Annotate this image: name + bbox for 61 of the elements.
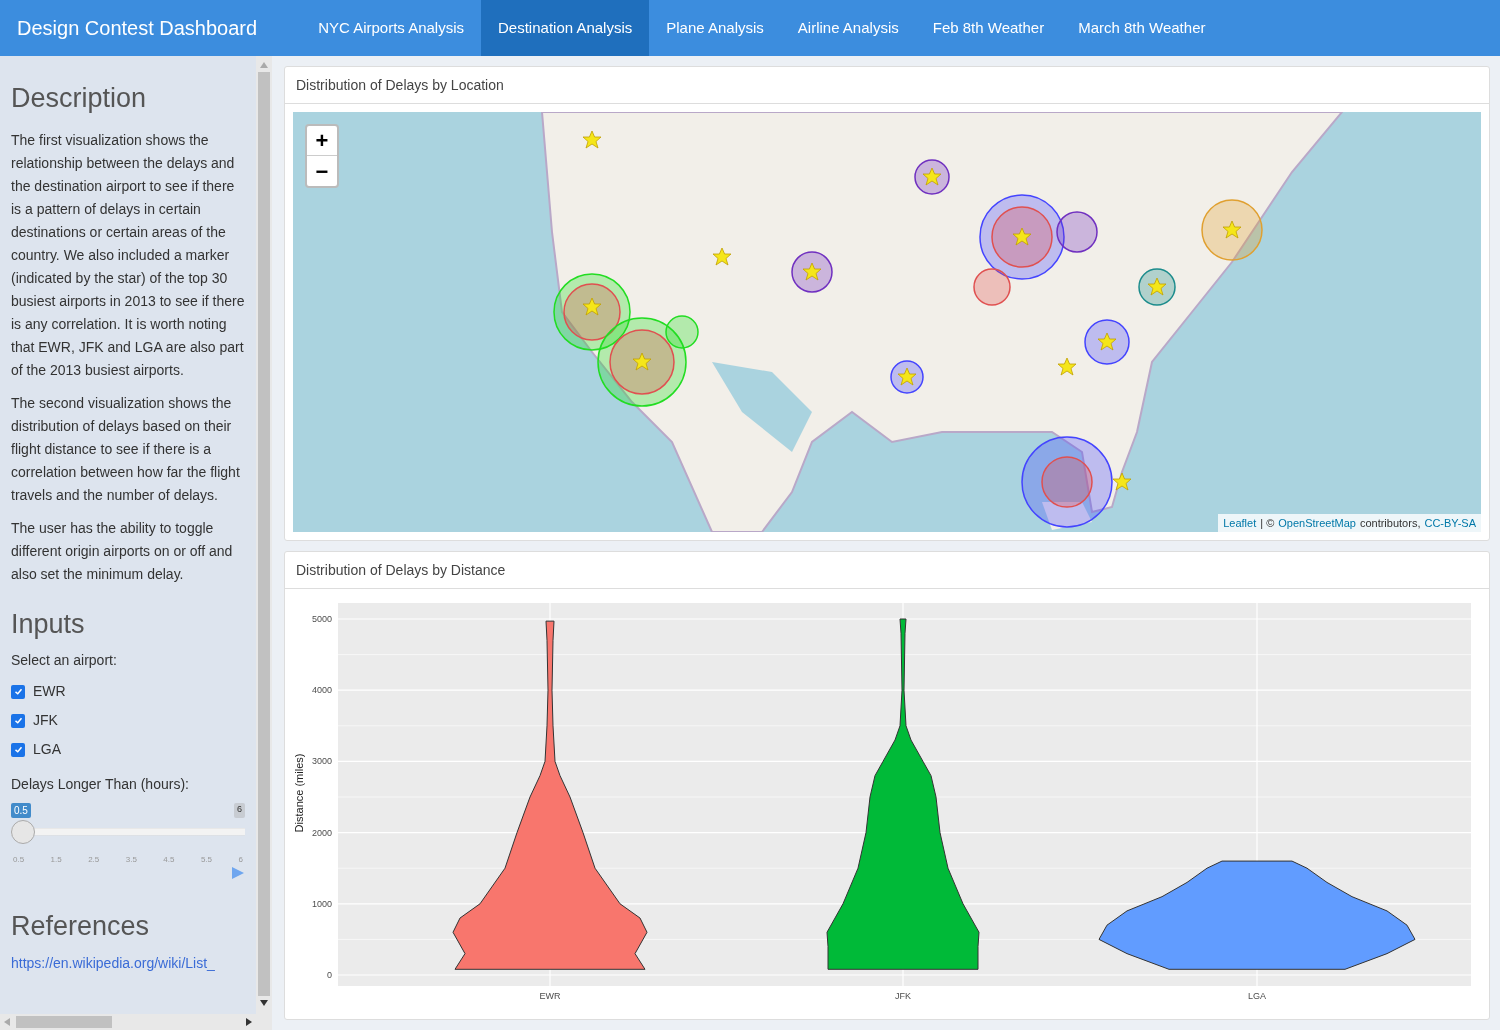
slider-handle[interactable] <box>11 820 35 844</box>
y-tick-label: 5000 <box>311 614 332 624</box>
description-paragraph: The first visualization shows the relationship between the delays and the destination airport to see if there is a pattern of delays in certain destinations or certain areas of the country. We also included a marker (indicated by the star) of the top 30 busiest airports in 2013 to see if there is any correlation. It is worth noting that EWR, JFK and LGA are also part of the 2013 busiest airports. <box>11 130 245 380</box>
slider-tick-label: 0.5 <box>13 854 25 866</box>
reference-link[interactable]: https://en.wikipedia.org/wiki/List_ <box>11 952 245 974</box>
section-heading: Inputs <box>11 607 86 641</box>
y-axis-title: Distance (miles) <box>293 753 305 833</box>
slider-tick-label: 6 <box>238 854 243 866</box>
attribution-link[interactable]: Leaflet <box>1223 514 1257 531</box>
slider-tick-label: 1.5 <box>50 854 62 866</box>
attribution-link[interactable]: CC-BY-SA <box>1424 514 1476 531</box>
nav-tab[interactable]: Airline Analysis <box>780 0 916 56</box>
check-icon <box>13 687 23 696</box>
x-tick-label: EWR <box>539 991 561 1001</box>
check-icon <box>13 716 23 725</box>
nav-tab[interactable]: Destination Analysis <box>481 0 650 56</box>
slider-tick-label: 3.5 <box>125 854 137 866</box>
input-label: Select an airport: <box>11 651 118 670</box>
zoom-in-button[interactable]: + <box>307 126 337 156</box>
nav-tab[interactable]: Plane Analysis <box>649 0 781 56</box>
y-tick-label: 2000 <box>311 827 332 838</box>
brand-title: Design Contest Dashboard <box>16 16 259 41</box>
checkbox[interactable] <box>11 713 25 728</box>
scroll-down-arrow-icon[interactable] <box>260 1000 268 1006</box>
nav-tab[interactable]: Feb 8th Weather <box>915 0 1062 56</box>
section-heading: References <box>11 910 151 943</box>
scroll-right-arrow-icon[interactable] <box>246 1018 252 1026</box>
scroll-up-arrow-icon[interactable] <box>260 62 268 68</box>
nav-tab[interactable]: March 8th Weather <box>1061 0 1223 56</box>
slider-max-badge: 6 <box>234 803 245 818</box>
description-paragraph: The user has the ability to toggle different origin airports on or off and also set the minimum delay. <box>11 518 234 584</box>
checkbox-label: EWR <box>33 682 66 701</box>
panel-title: Distribution of Delays by Distance <box>285 552 1489 589</box>
description-paragraph: The second visualization shows the distribution of delays based on their flight distance to see if there is a correlation between how far the flight travels and the number of delays. <box>11 393 241 505</box>
attribution-link[interactable]: OpenStreetMap <box>1278 514 1356 531</box>
checkbox-label: JFK <box>33 711 58 730</box>
scrollbar-thumb[interactable] <box>258 72 270 996</box>
slider-tick-label: 5.5 <box>200 854 212 866</box>
scrollbar-thumb[interactable] <box>16 1016 112 1028</box>
checkbox[interactable] <box>11 684 25 699</box>
slider-tick-label: 4.5 <box>163 854 175 866</box>
play-icon[interactable] <box>231 866 245 880</box>
input-label: Delays Longer Than (hours): <box>11 775 190 794</box>
nav-tab[interactable]: NYC Airports Analysis <box>301 0 482 56</box>
checkbox[interactable] <box>11 742 25 757</box>
panel-title: Distribution of Delays by Location <box>285 67 1489 104</box>
y-tick-label: 3000 <box>311 756 332 767</box>
slider-tick-label: 2.5 <box>88 854 100 866</box>
y-tick-label: 0 <box>327 970 332 980</box>
x-tick-label: JFK <box>895 991 911 1001</box>
scroll-left-arrow-icon[interactable] <box>4 1018 10 1026</box>
y-tick-label: 1000 <box>311 898 332 909</box>
attribution-text: contributors, <box>1359 515 1421 531</box>
y-tick-label: 4000 <box>311 685 332 696</box>
checkbox-label: LGA <box>33 740 61 759</box>
x-tick-label: LGA <box>1248 991 1266 1001</box>
zoom-out-button[interactable]: − <box>307 156 337 186</box>
attribution-text: | © <box>1260 515 1275 531</box>
section-heading: Description <box>11 82 148 115</box>
check-icon <box>13 745 23 754</box>
slider-value-badge: 0.5 <box>11 803 31 818</box>
